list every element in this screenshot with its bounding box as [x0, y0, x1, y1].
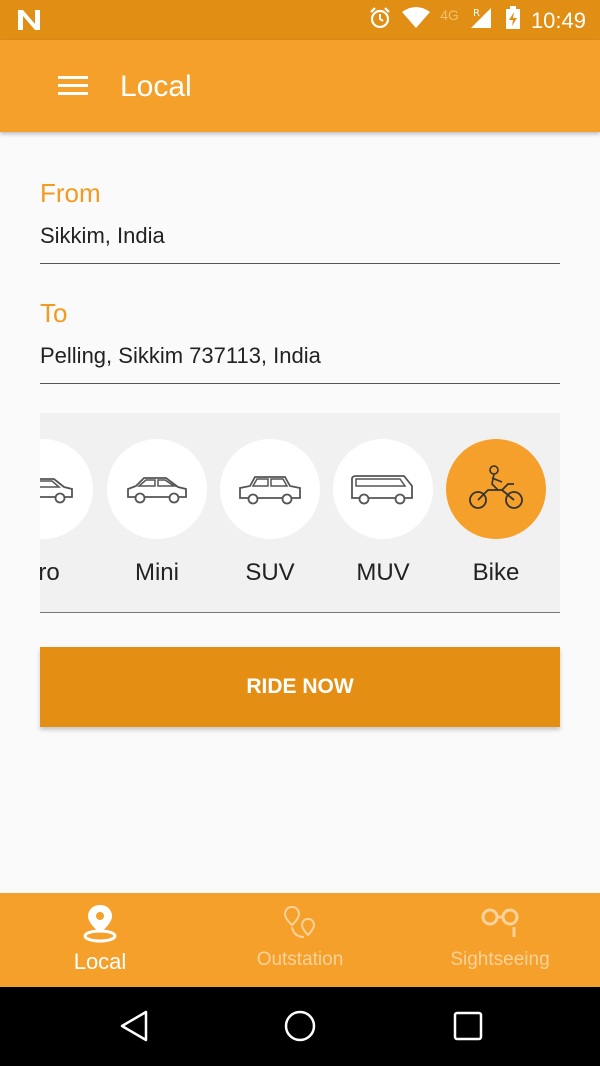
car-icon — [40, 478, 73, 504]
motorbike-icon — [469, 465, 523, 509]
from-field[interactable]: From Sikkim, India — [40, 178, 560, 264]
home-circle-icon — [284, 1010, 316, 1042]
vehicle-label: cro — [40, 559, 60, 586]
suv-icon — [239, 476, 301, 505]
app-bar: Local — [0, 40, 600, 132]
route-pins-icon — [283, 905, 316, 938]
menu-button[interactable] — [54, 70, 94, 104]
battery-charging-icon — [505, 6, 521, 35]
back-button[interactable] — [118, 1009, 150, 1048]
vehicle-option-suv[interactable]: SUV — [220, 439, 320, 587]
hatchback-icon — [127, 477, 187, 504]
ride-now-button[interactable]: RIDE NOW — [40, 647, 560, 727]
nav-label: Outstation — [256, 949, 344, 970]
vehicle-label: MUV — [356, 559, 410, 586]
van-icon — [351, 475, 413, 505]
recents-square-icon — [453, 1011, 483, 1041]
recents-button[interactable] — [452, 1009, 484, 1048]
svg-text:R: R — [473, 8, 480, 19]
vehicle-label: SUV — [245, 559, 295, 586]
vehicle-option-muv[interactable]: MUV — [333, 439, 433, 587]
hamburger-menu-icon — [58, 76, 88, 95]
back-triangle-icon — [120, 1010, 148, 1042]
to-input[interactable]: Pelling, Sikkim 737113, India — [40, 343, 560, 384]
nav-item-local[interactable]: Local — [0, 893, 200, 987]
page-title: Local — [120, 70, 192, 103]
network-type: 4G — [440, 6, 459, 23]
alarm-icon — [368, 6, 392, 35]
nav-label: Sightseeing — [450, 949, 550, 970]
vehicle-selector[interactable]: cro Mini SUV — [40, 413, 560, 613]
to-field[interactable]: To Pelling, Sikkim 737113, India — [40, 298, 560, 384]
binoculars-icon — [481, 908, 519, 937]
nav-item-outstation[interactable]: Outstation — [200, 893, 400, 987]
clock: 10:49 — [530, 7, 586, 33]
status-bar: 4G R 10:49 — [0, 0, 600, 40]
signal-icon: R — [469, 6, 495, 35]
from-input[interactable]: Sikkim, India — [40, 223, 560, 264]
vehicle-option-micro[interactable]: cro — [40, 439, 93, 587]
from-label: From — [40, 178, 101, 208]
notification-n-icon — [16, 8, 42, 37]
system-nav-bar — [0, 987, 600, 1066]
location-pin-icon — [83, 905, 117, 943]
home-button[interactable] — [283, 1009, 317, 1048]
vehicle-option-bike[interactable]: Bike — [446, 439, 546, 587]
vehicle-option-mini[interactable]: Mini — [107, 439, 207, 587]
vehicle-label: Bike — [472, 559, 520, 586]
wifi-icon — [402, 7, 431, 34]
bottom-nav: Local Outstation Sightseeing — [0, 893, 600, 987]
vehicle-label: Mini — [134, 559, 179, 586]
nav-label: Local — [73, 949, 127, 974]
nav-item-sightseeing[interactable]: Sightseeing — [400, 893, 600, 987]
to-label: To — [40, 298, 68, 328]
